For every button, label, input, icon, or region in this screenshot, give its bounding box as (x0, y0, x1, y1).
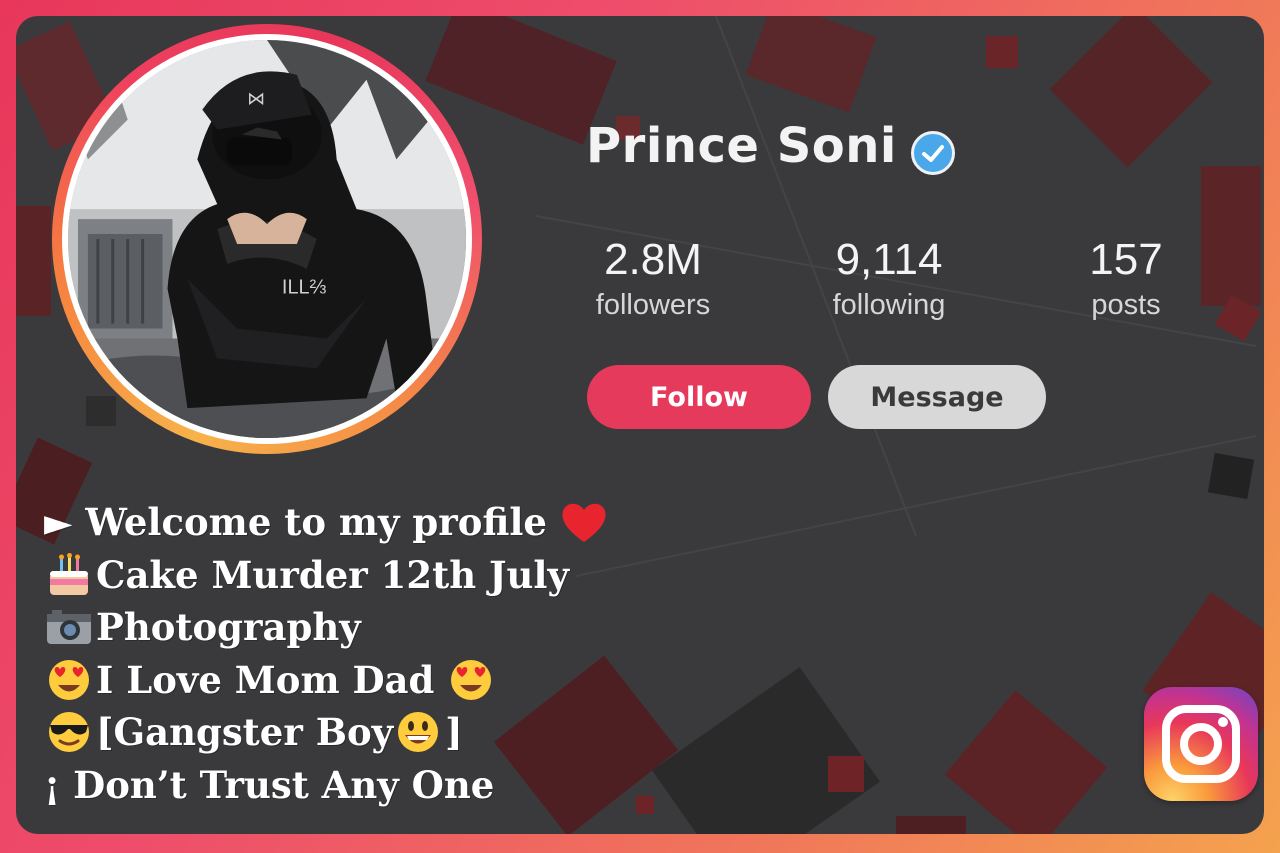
bio-text: Photography (96, 605, 361, 649)
verified-check-icon (911, 131, 955, 175)
bio-text: ¡ Don’t Trust Any One (44, 762, 495, 807)
bio-text-end: ] (445, 710, 463, 754)
avatar-photo-illustration: ILL⅔ ⋈ (68, 40, 466, 438)
followers-count: 2.8M (604, 235, 702, 284)
stat-followers[interactable]: 2.8M followers (558, 234, 748, 324)
bio-text: Cake Murder 12th July (96, 552, 569, 597)
stat-following[interactable]: 9,114 following (794, 234, 984, 324)
bio-line: Photography (44, 601, 611, 654)
bio-text: I Love Mom Dad (96, 657, 435, 702)
svg-text:⋈: ⋈ (247, 89, 265, 109)
profile-card: ILL⅔ ⋈ Prince Soni 2.8M followers 9,114 … (16, 16, 1264, 834)
avatar-border: ILL⅔ ⋈ (62, 34, 472, 444)
heart-eyes-face-icon (49, 659, 89, 700)
profile-bio: ► Welcome to my profile Cake Murder 12th… (44, 496, 611, 811)
bio-line: I Love Mom Dad (44, 654, 611, 707)
birthday-cake-icon (50, 552, 88, 595)
following-count: 9,114 (835, 235, 943, 284)
heart-eyes-face-icon (451, 659, 492, 700)
svg-text:ILL⅔: ILL⅔ (282, 277, 327, 299)
sunglasses-face-icon (49, 712, 89, 753)
followers-label: followers (595, 289, 711, 321)
red-heart-icon (562, 503, 606, 543)
avatar-story-ring[interactable]: ILL⅔ ⋈ (52, 24, 482, 454)
posts-label: posts (1091, 289, 1161, 321)
bio-line: ¡ Don’t Trust Any One (44, 759, 611, 812)
message-button[interactable]: Message (828, 365, 1046, 429)
bio-text: ► Welcome to my profile (44, 500, 547, 544)
bio-line: ► Welcome to my profile (44, 496, 611, 549)
grinning-face-icon (398, 712, 439, 753)
bio-text: [Gangster Boy (96, 710, 394, 754)
camera-icon (47, 610, 91, 645)
bio-line: Cake Murder 12th July (44, 549, 611, 602)
profile-name: Prince Soni (586, 118, 897, 174)
instagram-logo-icon (1144, 687, 1258, 801)
avatar: ILL⅔ ⋈ (68, 40, 466, 438)
following-label: following (832, 289, 946, 321)
bio-line: [Gangster Boy ] (44, 706, 611, 759)
follow-button[interactable]: Follow (587, 365, 811, 429)
posts-count: 157 (1089, 235, 1163, 284)
stat-posts[interactable]: 157 posts (1031, 234, 1221, 324)
